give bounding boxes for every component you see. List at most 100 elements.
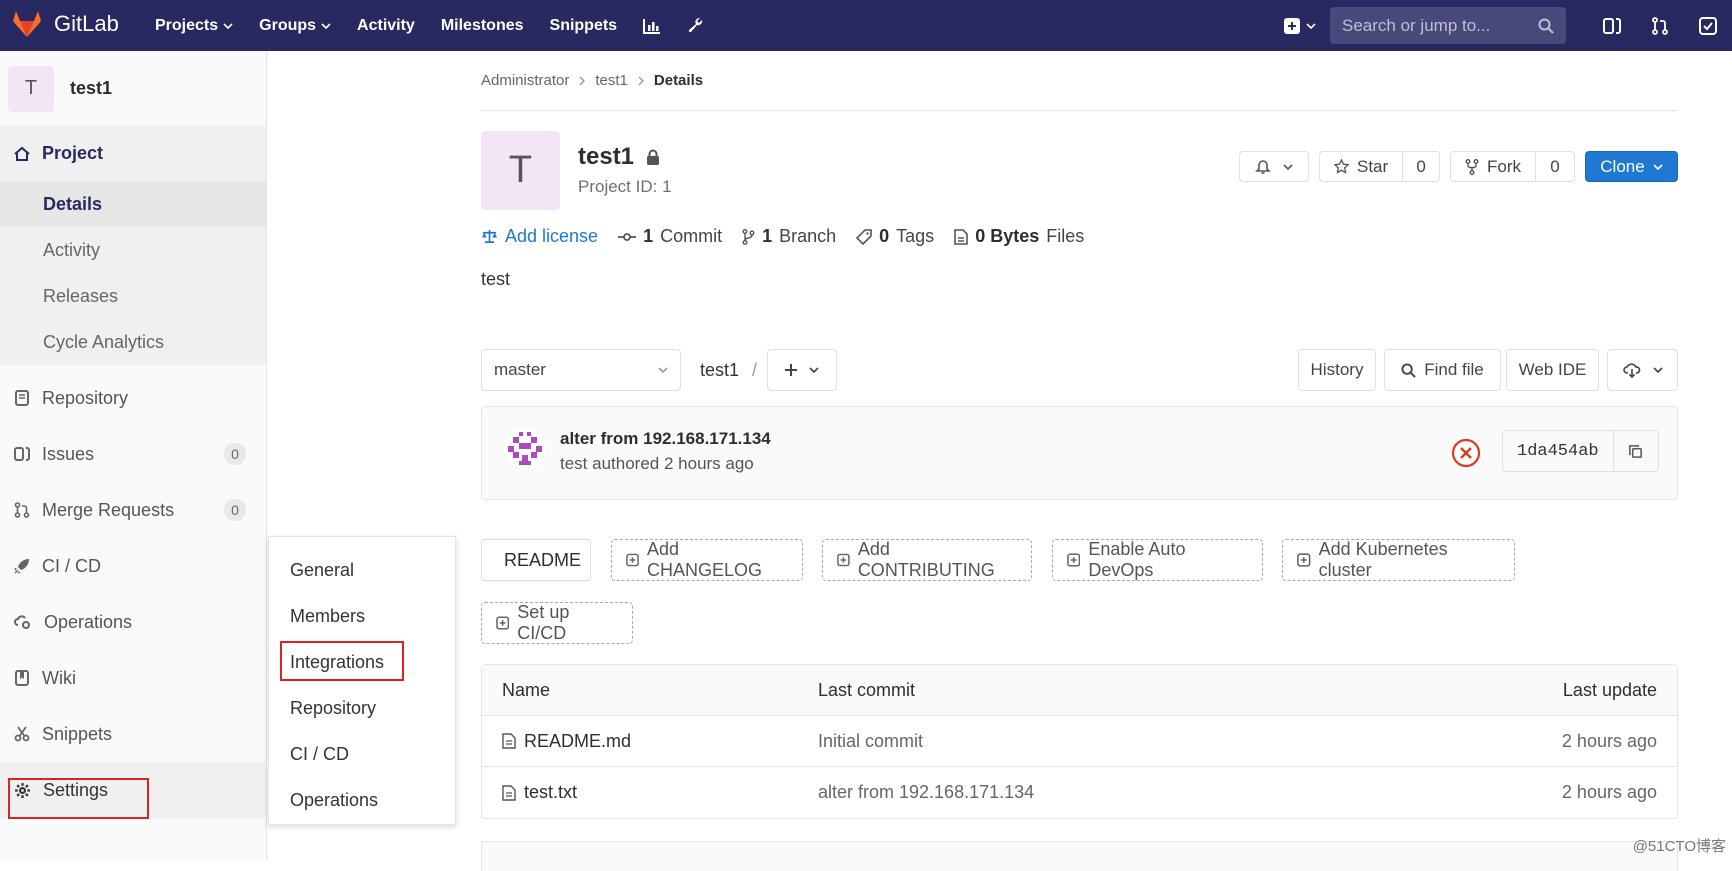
add-kubernetes-cluster-button[interactable]: Add Kubernetes cluster xyxy=(1282,539,1515,581)
merge-request-icon[interactable] xyxy=(1636,0,1684,51)
enable-auto-devops-button[interactable]: Enable Auto DevOps xyxy=(1052,539,1263,581)
file-last-commit[interactable]: Initial commit xyxy=(818,731,923,752)
commits-link[interactable]: 1Commit xyxy=(618,226,722,247)
project-stats: Add license 1Commit 1Branch 0Tags 0 Byte… xyxy=(481,226,1084,247)
user-avatar-identicon[interactable] xyxy=(504,428,546,470)
fork-button[interactable]: Fork 0 xyxy=(1450,151,1575,182)
plus-square-icon xyxy=(496,616,509,630)
bell-icon xyxy=(1255,159,1271,175)
wiki-icon xyxy=(14,670,30,686)
table-row[interactable]: README.md Initial commit 2 hours ago xyxy=(482,716,1677,767)
column-header-last-update: Last update xyxy=(1563,680,1657,701)
readme-button[interactable]: README xyxy=(481,539,591,581)
integrations-highlight-box xyxy=(280,641,404,681)
commit-icon xyxy=(618,231,636,243)
branches-link[interactable]: 1Branch xyxy=(742,226,836,247)
chevron-down-icon xyxy=(223,23,233,29)
flyout-item-ci-cd[interactable]: CI / CD xyxy=(269,731,455,777)
flyout-item-members[interactable]: Members xyxy=(269,593,455,639)
sidebar-item-repository[interactable]: Repository xyxy=(0,370,266,426)
sidebar-item-snippets[interactable]: Snippets xyxy=(0,706,266,762)
star-icon xyxy=(1334,159,1349,174)
find-file-button[interactable]: Find file xyxy=(1384,349,1501,391)
chart-icon[interactable] xyxy=(643,18,661,34)
main-content: Administrator test1 Details T test1 Proj… xyxy=(481,51,1678,221)
readme-panel-header xyxy=(481,841,1678,871)
sidebar-item-operations[interactable]: Operations xyxy=(0,594,266,650)
files-link[interactable]: 0 BytesFiles xyxy=(954,226,1084,247)
sidebar-subitem-details[interactable]: Details xyxy=(0,181,266,227)
flyout-item-repository[interactable]: Repository xyxy=(269,685,455,731)
sidebar-subitem-activity[interactable]: Activity xyxy=(0,227,266,273)
chevron-down-icon xyxy=(1306,23,1316,29)
issues-icon[interactable] xyxy=(1588,0,1636,51)
web-ide-button[interactable]: Web IDE xyxy=(1506,349,1599,391)
home-icon xyxy=(14,146,30,162)
sidebar-subitem-releases[interactable]: Releases xyxy=(0,273,266,319)
sidebar-project-group: Project Details Activity Releases Cycle … xyxy=(0,126,266,365)
sidebar-item-project[interactable]: Project xyxy=(0,126,266,181)
new-dropdown[interactable] xyxy=(1270,0,1330,51)
set-up-ci-cd-button[interactable]: Set up CI/CD xyxy=(481,602,633,644)
sidebar-subitem-cycle-analytics[interactable]: Cycle Analytics xyxy=(0,319,266,365)
project-header: T test1 Project ID: 1 Star 0 Fork 0 Clon… xyxy=(481,111,1678,221)
branch-select[interactable]: master xyxy=(481,349,681,391)
download-dropdown[interactable] xyxy=(1607,349,1678,391)
copy-sha-button[interactable] xyxy=(1614,444,1658,459)
project-id: Project ID: 1 xyxy=(578,177,672,197)
breadcrumb-administrator[interactable]: Administrator xyxy=(481,72,569,89)
sidebar-item-issues[interactable]: Issues 0 xyxy=(0,426,266,482)
breadcrumb-project[interactable]: test1 xyxy=(595,72,628,89)
todo-icon[interactable] xyxy=(1684,0,1732,51)
flyout-item-general[interactable]: General xyxy=(269,547,455,593)
clone-dropdown-button[interactable]: Clone xyxy=(1585,151,1678,182)
commit-sha[interactable]: 1da454ab xyxy=(1503,431,1614,471)
commit-sha-group: 1da454ab xyxy=(1502,430,1659,472)
star-button[interactable]: Star 0 xyxy=(1319,151,1440,182)
path-root[interactable]: test1 xyxy=(700,360,739,381)
nav-milestones[interactable]: Milestones xyxy=(441,17,524,35)
repo-toolbar: master test1 / History Find file Web IDE xyxy=(481,349,1678,391)
wrench-icon[interactable] xyxy=(687,17,703,35)
add-changelog-button[interactable]: Add CHANGELOG xyxy=(611,539,803,581)
sidebar-project-header[interactable]: T test1 xyxy=(0,51,266,126)
search-icon xyxy=(1401,363,1416,378)
search-input[interactable]: Search or jump to... xyxy=(1330,7,1566,44)
plus-square-icon xyxy=(626,553,639,567)
project-avatar-large: T xyxy=(481,131,560,210)
project-avatar: T xyxy=(8,66,54,112)
nav-projects[interactable]: Projects xyxy=(155,17,233,35)
plus-icon xyxy=(785,364,797,376)
nav-activity[interactable]: Activity xyxy=(357,17,415,35)
history-button[interactable]: History xyxy=(1298,349,1376,391)
sidebar-item-merge-requests[interactable]: Merge Requests 0 xyxy=(0,482,266,538)
chevron-down-icon xyxy=(321,23,331,29)
add-contributing-button[interactable]: Add CONTRIBUTING xyxy=(822,539,1032,581)
file-name[interactable]: test.txt xyxy=(524,782,577,803)
branch-icon xyxy=(742,229,755,245)
book-icon xyxy=(14,390,30,406)
rocket-icon xyxy=(14,558,30,574)
breadcrumb-details[interactable]: Details xyxy=(654,72,703,89)
gitlab-home-link[interactable]: GitLab xyxy=(12,10,119,38)
watermark: @51CTO博客 xyxy=(1633,835,1726,856)
commit-author[interactable]: test xyxy=(560,454,587,473)
flyout-item-operations[interactable]: Operations xyxy=(269,777,455,823)
gitlab-logo-icon xyxy=(12,10,42,38)
file-name[interactable]: README.md xyxy=(524,731,631,752)
nav-groups[interactable]: Groups xyxy=(259,17,331,35)
page-title: test1 xyxy=(578,143,634,171)
path-separator: / xyxy=(752,360,757,381)
table-row[interactable]: test.txt alter from 192.168.171.134 2 ho… xyxy=(482,767,1677,818)
sidebar-item-ci-cd[interactable]: CI / CD xyxy=(0,538,266,594)
sidebar-item-wiki[interactable]: Wiki xyxy=(0,650,266,706)
notification-dropdown[interactable] xyxy=(1239,151,1309,182)
commit-title[interactable]: alter from 192.168.171.134 xyxy=(560,429,771,449)
add-to-tree-dropdown[interactable] xyxy=(767,349,837,391)
add-license-link[interactable]: Add license xyxy=(481,226,598,247)
file-last-commit[interactable]: alter from 192.168.171.134 xyxy=(818,782,1034,803)
plus-square-icon xyxy=(1067,553,1080,567)
pipeline-failed-icon[interactable] xyxy=(1451,438,1481,468)
nav-snippets[interactable]: Snippets xyxy=(550,17,618,35)
tags-link[interactable]: 0Tags xyxy=(856,226,934,247)
